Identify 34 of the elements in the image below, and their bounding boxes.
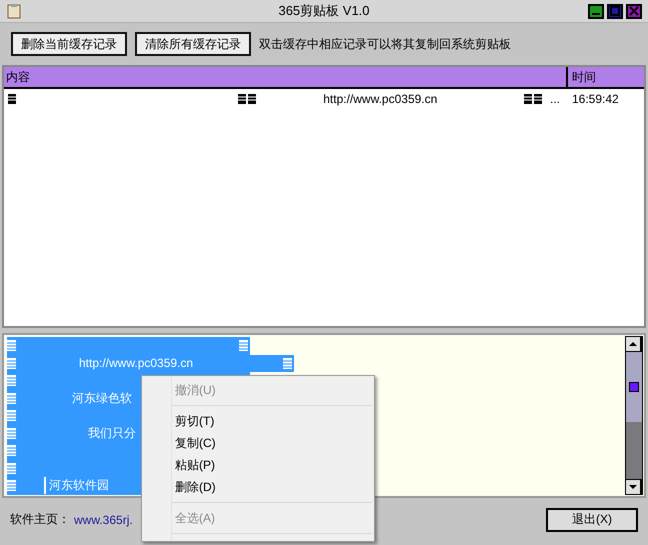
menu-item[interactable]: 剪切(T)	[142, 410, 374, 432]
homepage-label: 软件主页：	[10, 511, 70, 528]
newline-glyph-icon	[238, 94, 256, 104]
minimize-icon	[592, 13, 600, 15]
clipboard-icon	[6, 3, 22, 19]
editor-text: http://www.pc0359.cn	[79, 356, 194, 370]
newline-glyph-icon	[8, 94, 16, 104]
clip-text: http://www.pc0359.cn	[323, 92, 438, 106]
maximize-icon	[610, 6, 620, 16]
menu-item[interactable]: 复制(C)	[142, 432, 374, 454]
newline-glyph-icon	[524, 94, 542, 104]
scrollbar[interactable]	[625, 336, 643, 495]
maximize-button[interactable]	[607, 4, 623, 18]
column-header: 内容	[4, 67, 568, 87]
editor-text: 河东绿色软	[72, 390, 132, 407]
exit-button[interactable]: 退出(X)	[546, 508, 638, 532]
scroll-up-icon[interactable]	[626, 337, 640, 351]
minimize-button[interactable]	[588, 4, 604, 18]
toolbar-button[interactable]: 删除当前缓存记录	[11, 32, 127, 56]
editor-text: 我们只分	[88, 424, 136, 442]
homepage-link[interactable]: www.365rj.	[74, 512, 133, 526]
menu-item[interactable]: 粘贴(P)	[142, 454, 374, 476]
window-title: 365剪贴板 V1.0	[278, 2, 370, 20]
editor-text: 河东软件园	[44, 477, 109, 494]
column-header: 时间	[571, 68, 597, 86]
time-cell-text: 16:59:42	[571, 92, 620, 106]
toolbar-button[interactable]: 清除所有缓存记录	[135, 32, 251, 56]
scroll-thumb[interactable]	[629, 382, 639, 392]
close-icon	[629, 6, 639, 16]
close-button[interactable]	[626, 4, 642, 18]
menu-item[interactable]: 删除(D)	[142, 476, 374, 498]
hint-text: 双击缓存中相应记录可以将其复制回系统剪贴板	[259, 36, 511, 52]
scroll-down-icon[interactable]	[626, 480, 640, 494]
clip-text: ...	[550, 92, 560, 106]
